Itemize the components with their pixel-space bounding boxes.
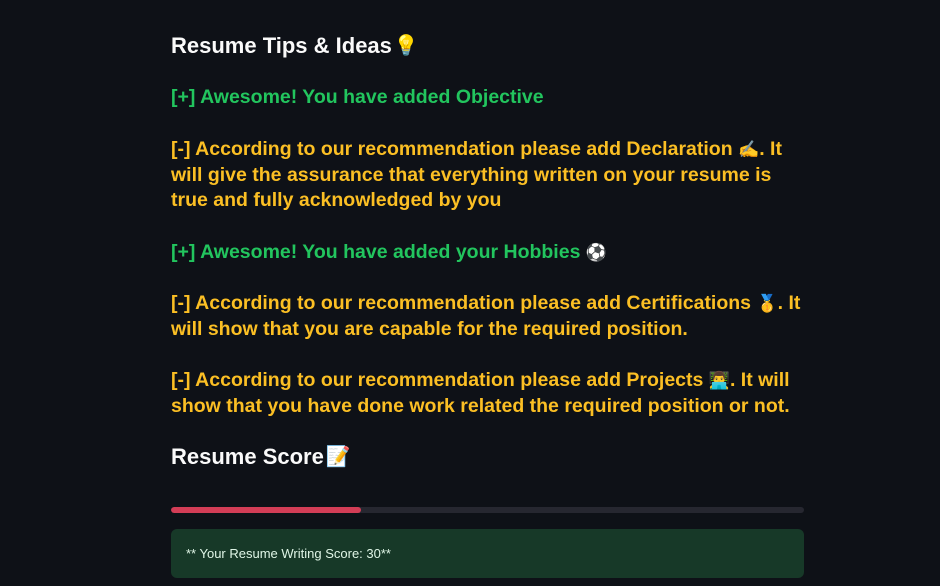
tip-text: [-] According to our recommendation plea… [171, 369, 704, 391]
memo-icon: 📝 [325, 446, 351, 468]
lightbulb-icon: 💡 [393, 35, 419, 57]
soccer-ball-icon: ⚽ [585, 243, 608, 262]
writing-hand-icon: ✍️ [738, 140, 760, 159]
tip-text: [-] According to our recommendation plea… [171, 292, 752, 314]
tip-objective: [+] Awesome! You have added Objective [171, 85, 804, 111]
tips-heading-text: Resume Tips & Ideas [171, 33, 392, 58]
technologist-icon: 👨‍💻 [708, 371, 730, 390]
medal-icon: 🥇 [756, 294, 778, 313]
tip-hobbies: [+] Awesome! You have added your Hobbies… [171, 240, 804, 266]
score-heading: Resume Score 📝 [171, 442, 351, 472]
score-heading-text: Resume Score [171, 444, 324, 469]
tip-text: [+] Awesome! You have added Objective [171, 86, 544, 108]
score-progress-fill [171, 507, 361, 513]
tip-projects: [-] According to our recommendation plea… [171, 368, 804, 419]
tip-declaration: [-] According to our recommendation plea… [171, 137, 804, 214]
tips-heading: Resume Tips & Ideas 💡 [171, 31, 419, 61]
score-success-alert: ** Your Resume Writing Score: 30** [171, 529, 804, 578]
score-progress-bar [171, 507, 804, 513]
score-message: ** Your Resume Writing Score: 30** [186, 546, 391, 561]
tip-certifications: [-] According to our recommendation plea… [171, 291, 804, 342]
tip-text: [-] According to our recommendation plea… [171, 138, 733, 160]
tip-text: [+] Awesome! You have added your Hobbies [171, 241, 581, 263]
